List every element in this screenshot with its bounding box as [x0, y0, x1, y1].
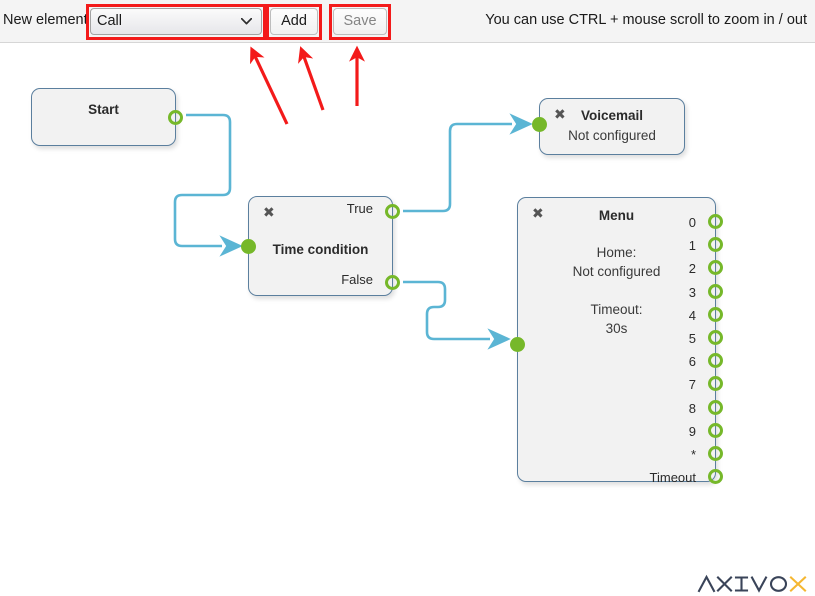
node-start[interactable]: Start [31, 88, 183, 146]
menu-output-label-3: 3 [688, 284, 696, 300]
menu-output-port-2[interactable] [708, 260, 723, 276]
node-menu-home-value: Not configured [572, 264, 661, 279]
edge-true-to-voicemail [403, 113, 533, 213]
node-voicemail-title: Voicemail [580, 108, 644, 123]
axivox-logo-accent [789, 576, 807, 592]
menu-output-label-timeout: Timeout [649, 470, 696, 486]
node-menu-timeout-value: 30s [605, 321, 628, 336]
node-menu-home-label: Home: [596, 245, 637, 260]
timecond-input-port[interactable] [241, 239, 256, 254]
voicemail-input-port[interactable] [532, 117, 547, 132]
timecond-output-false-port[interactable] [385, 275, 400, 290]
element-type-select[interactable]: Call [90, 8, 262, 35]
timecond-output-true-port[interactable] [385, 204, 400, 219]
menu-output-port-1[interactable] [708, 237, 723, 253]
timecond-output-true-label: True [346, 201, 373, 216]
node-time-condition-title: Time condition [272, 242, 369, 257]
start-output-port[interactable] [168, 110, 183, 125]
menu-output-label-5: 5 [688, 331, 696, 346]
menu-output-label-*: * [690, 447, 696, 462]
node-menu-home-block: Home: Not configured [518, 243, 715, 281]
axivox-logo [697, 574, 807, 593]
menu-input-port[interactable] [510, 337, 525, 352]
menu-output-label-8: 8 [688, 400, 696, 416]
menu-output-port-5[interactable] [708, 330, 723, 345]
flow-canvas[interactable]: Start ✖ Time condition True False ✖ Voic… [0, 43, 815, 593]
element-type-select-value: Call [97, 13, 122, 29]
node-time-condition[interactable]: ✖ Time condition True False [241, 196, 400, 296]
toolbar: New element Call Add Save You can use CT… [0, 0, 815, 43]
node-menu-timeout-label: Timeout: [590, 302, 643, 317]
save-button[interactable]: Save [333, 8, 387, 35]
edge-start-to-timecond [173, 113, 243, 257]
menu-output-port-timeout[interactable] [708, 469, 723, 485]
menu-output-label-2: 2 [688, 261, 696, 277]
menu-output-port-4[interactable] [708, 306, 723, 322]
edge-false-to-menu [403, 280, 511, 350]
chevron-down-icon [241, 18, 252, 25]
add-button[interactable]: Add [270, 8, 318, 35]
menu-output-port-*[interactable] [708, 446, 723, 461]
menu-output-port-7[interactable] [708, 376, 723, 392]
node-start-title: Start [88, 102, 119, 117]
menu-output-label-0: 0 [688, 215, 696, 230]
close-icon[interactable]: ✖ [263, 205, 276, 219]
node-menu-timeout-block: Timeout: 30s [518, 300, 715, 338]
node-voicemail-subtitle: Not configured [568, 128, 656, 143]
menu-output-port-8[interactable] [708, 399, 723, 415]
zoom-hint-text: You can use CTRL + mouse scroll to zoom … [485, 12, 807, 28]
menu-output-label-9: 9 [688, 423, 696, 439]
timecond-output-false-label: False [341, 272, 373, 287]
menu-output-label-7: 7 [688, 377, 696, 393]
menu-output-port-9[interactable] [708, 422, 723, 438]
node-menu-title: Menu [598, 208, 635, 223]
new-element-label: New element [3, 12, 88, 28]
menu-output-label-4: 4 [688, 307, 696, 323]
menu-output-label-1: 1 [688, 238, 696, 254]
menu-output-port-6[interactable] [708, 353, 723, 369]
menu-output-port-3[interactable] [708, 283, 723, 299]
menu-output-port-0[interactable] [708, 214, 723, 229]
node-voicemail[interactable]: ✖ Voicemail Not configured [532, 98, 685, 155]
node-menu[interactable]: ✖ Menu Home: Not configured Timeout: 30s… [510, 197, 723, 486]
menu-output-label-6: 6 [688, 354, 696, 370]
